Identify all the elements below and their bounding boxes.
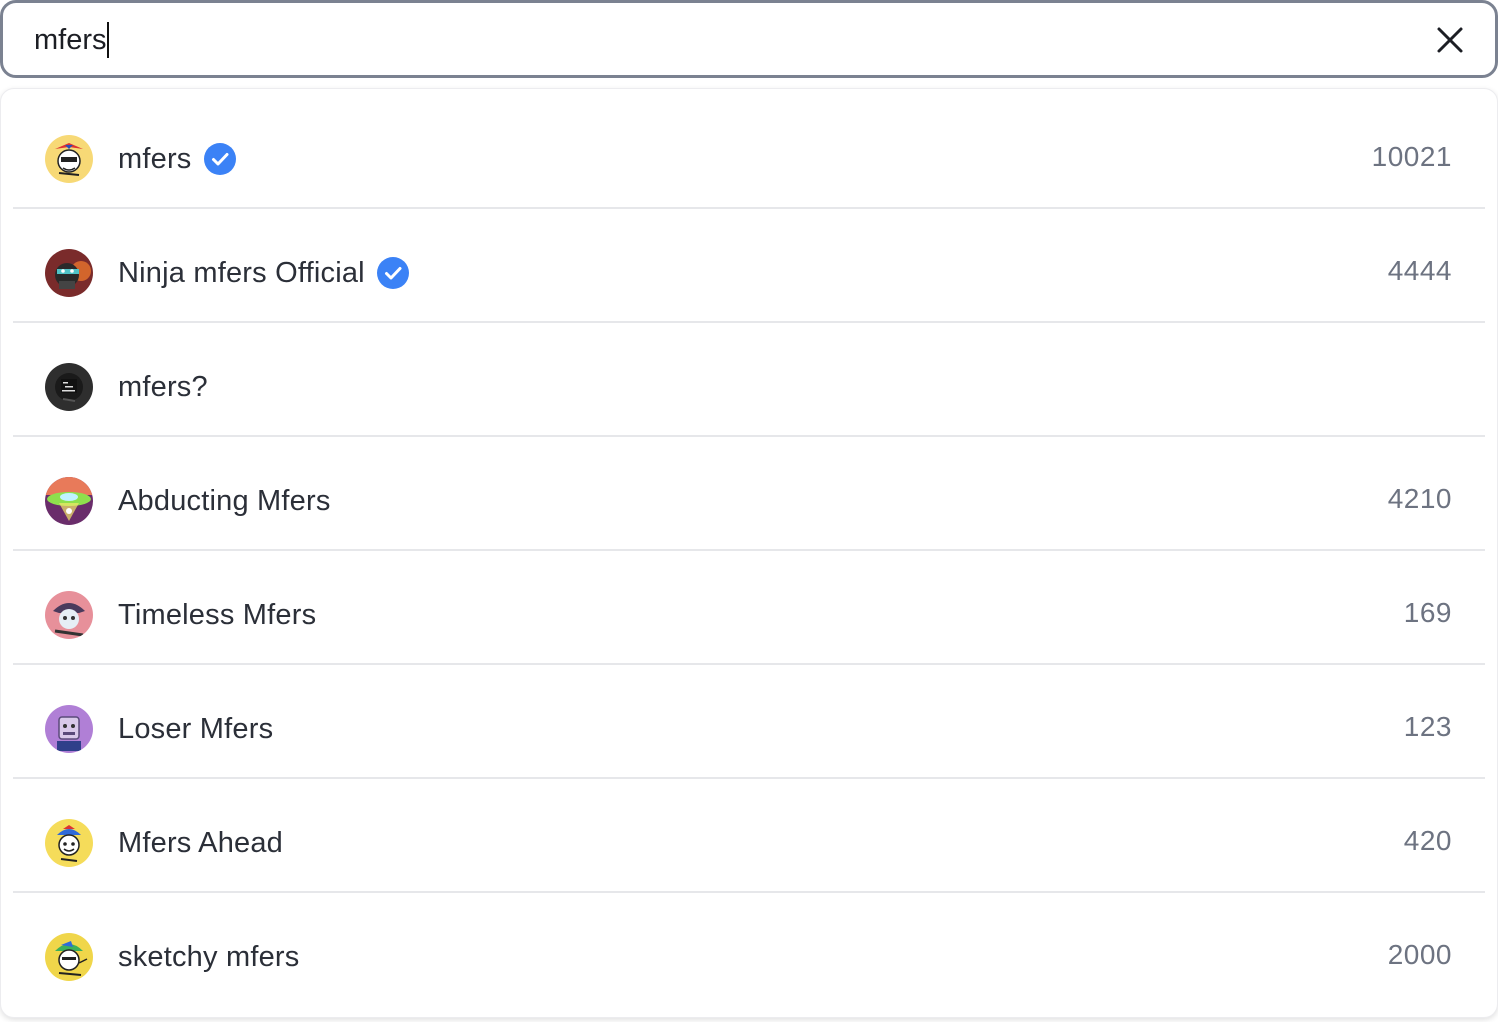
result-item-mfers-ahead[interactable]: Mfers Ahead 420 (13, 779, 1485, 893)
abducting-mfers-avatar-icon (45, 477, 93, 525)
result-name: sketchy mfers (118, 940, 300, 973)
result-count: 10021 (1371, 141, 1452, 172)
mfers-question-avatar-icon (45, 363, 93, 411)
loser-mfers-avatar-icon (45, 705, 93, 753)
result-item-ninja-mfers-official[interactable]: Ninja mfers Official 4444 (13, 209, 1485, 323)
result-name: Timeless Mfers (118, 598, 317, 631)
result-count: 420 (1403, 825, 1452, 856)
result-item-timeless-mfers[interactable]: Timeless Mfers 169 (13, 551, 1485, 665)
sketchy-mfers-avatar-icon (45, 933, 93, 981)
search-input-value: mfers (34, 24, 107, 56)
result-item-mfers-question[interactable]: mfers? (13, 323, 1485, 437)
result-item-loser-mfers[interactable]: Loser Mfers 123 (13, 665, 1485, 779)
verified-badge-icon (376, 257, 409, 289)
search-results-dropdown: mfers 10021 Ninja mfers Official 4444 mf… (0, 88, 1498, 1018)
result-item-mfers[interactable]: mfers 10021 (13, 95, 1485, 209)
result-count: 2000 (1387, 939, 1452, 970)
result-name: Mfers Ahead (118, 826, 284, 859)
result-count: 169 (1403, 597, 1452, 628)
result-name: Loser Mfers (118, 712, 274, 745)
verified-badge-icon (203, 143, 236, 175)
close-icon[interactable] (1433, 23, 1467, 57)
text-caret (106, 22, 109, 58)
result-name: Abducting Mfers (118, 484, 331, 517)
search-input[interactable]: mfers (34, 22, 109, 58)
result-name: mfers? (118, 370, 208, 403)
search-box[interactable]: mfers (0, 0, 1498, 78)
result-item-abducting-mfers[interactable]: Abducting Mfers 4210 (13, 437, 1485, 551)
result-count: 4444 (1387, 255, 1452, 286)
result-count: 123 (1403, 711, 1452, 742)
mfers-ahead-avatar-icon (45, 819, 93, 867)
mfers-avatar-icon (45, 135, 93, 183)
result-name: mfers (118, 142, 192, 175)
result-count: 4210 (1387, 483, 1452, 514)
ninja-mfers-avatar-icon (45, 249, 93, 297)
result-item-sketchy-mfers[interactable]: sketchy mfers 2000 (13, 893, 1485, 1007)
timeless-mfers-avatar-icon (45, 591, 93, 639)
result-name: Ninja mfers Official (118, 256, 365, 289)
